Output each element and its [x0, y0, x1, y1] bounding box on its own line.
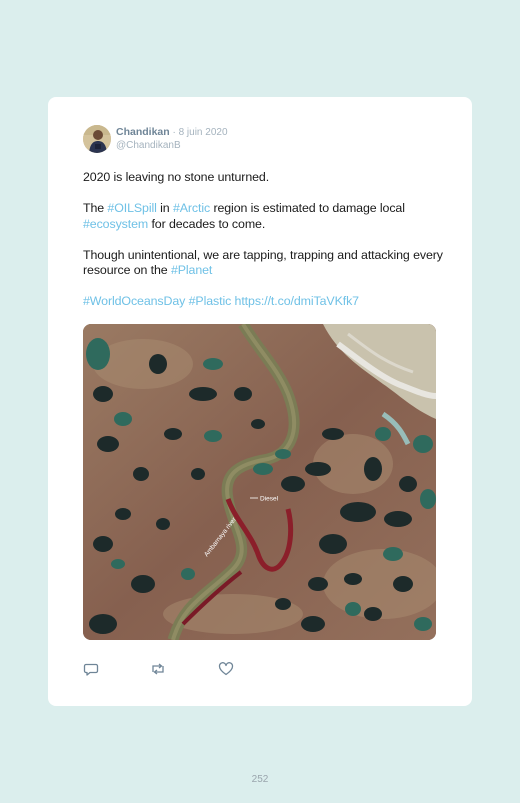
- hashtag-oilspill[interactable]: #OILSpill: [107, 201, 156, 215]
- author-handle[interactable]: @ChandikanB: [116, 140, 181, 151]
- tweet-card: Chandikan · 8 juin 2020 @ChandikanB 2020…: [48, 97, 472, 706]
- tweet-media-image[interactable]: Diesel Ambarnaya river: [83, 324, 436, 640]
- reply-button[interactable]: [83, 661, 99, 682]
- avatar[interactable]: [83, 125, 111, 153]
- hashtag-worldoceansday[interactable]: #WorldOceansDay: [83, 294, 185, 308]
- page-number: 252: [251, 774, 269, 785]
- avatar-image: [83, 125, 111, 153]
- tweet-text: 2020 is leaving no stone unturned. The #…: [83, 170, 453, 325]
- text-span: region is estimated to damage local: [210, 201, 405, 215]
- tweet-line-1: 2020 is leaving no stone unturned.: [83, 170, 270, 184]
- like-button[interactable]: [218, 661, 234, 682]
- retweet-button[interactable]: [150, 661, 166, 682]
- tweet-paragraph-4: #WorldOceansDay #Plastic https://t.co/dm…: [83, 294, 453, 310]
- text-span: in: [156, 201, 173, 215]
- tweet-date[interactable]: · 8 juin 2020: [170, 127, 227, 138]
- hashtag-planet[interactable]: #Planet: [171, 263, 212, 277]
- text-span: Though unintentional, we are tapping, tr…: [83, 247, 443, 278]
- tweet-paragraph-2: The #OILSpill in #Arctic region is estim…: [83, 201, 453, 232]
- author-name[interactable]: Chandikan: [116, 126, 170, 138]
- text-span: The: [83, 201, 108, 215]
- author-line: Chandikan · 8 juin 2020: [116, 126, 228, 138]
- satellite-image: Diesel Ambarnaya river: [83, 324, 436, 640]
- diesel-label: Diesel: [260, 496, 279, 503]
- text-span: for decades to come.: [148, 216, 266, 231]
- hashtag-ecosystem[interactable]: #ecosystem: [83, 217, 148, 231]
- hashtag-plastic[interactable]: #Plastic: [189, 294, 232, 308]
- heart-icon: [218, 662, 234, 676]
- tweet-link[interactable]: https://t.co/dmiTaVKfk7: [235, 294, 360, 308]
- hashtag-arctic[interactable]: #Arctic: [173, 201, 210, 215]
- retweet-icon: [152, 663, 164, 675]
- reply-icon: [83, 663, 99, 676]
- tweet-paragraph-3: Though unintentional, we are tapping, tr…: [83, 248, 453, 279]
